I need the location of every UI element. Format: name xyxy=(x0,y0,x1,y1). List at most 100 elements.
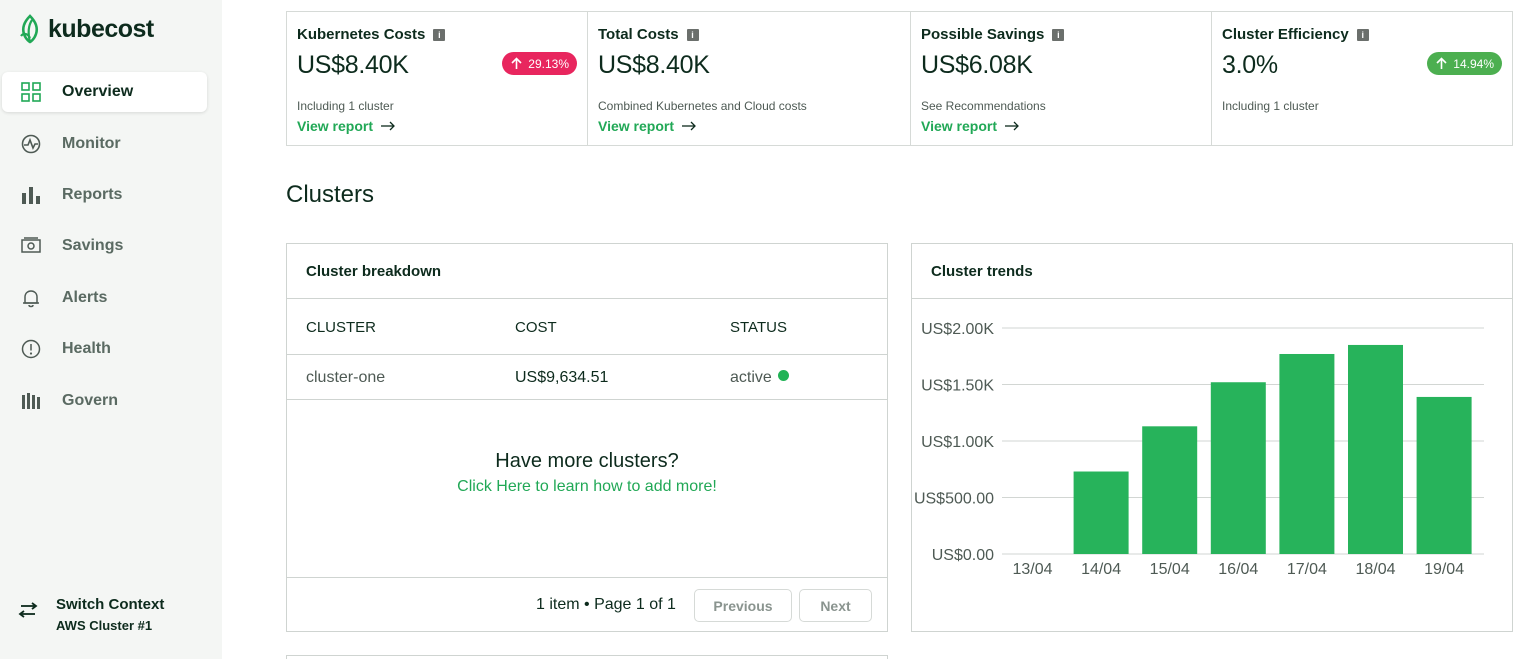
change-badge: 14.94% xyxy=(1427,52,1502,75)
arrow-up-icon xyxy=(511,57,522,69)
kpi-total-costs: Total Costs i US$8.40K Combined Kubernete… xyxy=(588,12,911,145)
info-icon[interactable]: i xyxy=(686,28,699,41)
kpi-description: Including 1 cluster xyxy=(297,99,394,113)
brand-name: kubecost xyxy=(48,14,154,43)
bar xyxy=(1348,344,1403,554)
kpi-title: Possible Savings xyxy=(921,26,1045,43)
cluster-cost: US$9,634.51 xyxy=(515,369,609,386)
sidebar-item-overview[interactable]: Overview xyxy=(2,72,207,112)
badge-value: 14.94% xyxy=(1453,56,1494,71)
arrow-right-icon xyxy=(682,121,696,131)
sidebar: kubecost Overview Monitor Reports Saving… xyxy=(0,0,222,659)
view-report-label: View report xyxy=(598,118,674,134)
view-report-link[interactable]: View report xyxy=(921,118,1019,134)
switch-context-subtitle: AWS Cluster #1 xyxy=(56,618,153,633)
pulse-icon xyxy=(20,133,42,155)
cluster-breakdown-panel: Cluster breakdown CLUSTER COST STATUS cl… xyxy=(286,243,888,632)
kpi-description: Including 1 cluster xyxy=(1222,99,1319,113)
sidebar-item-label: Monitor xyxy=(62,135,121,152)
status-dot-icon xyxy=(777,370,789,381)
table-row[interactable]: cluster-one US$9,634.51 active xyxy=(287,355,887,400)
view-report-link[interactable]: View report xyxy=(297,118,395,134)
cluster-trends-chart: US$0.00 US$500.00 US$1.00K US$1.50K US$2.00K… xyxy=(914,321,1484,578)
sidebar-item-savings[interactable]: Savings xyxy=(2,226,207,266)
sidebar-item-label: Reports xyxy=(62,186,123,203)
table-header: CLUSTER COST STATUS xyxy=(287,299,887,355)
kpi-kubernetes-costs: Kubernetes Costs i US$8.40K 29.13% Includ… xyxy=(287,12,588,145)
kpi-row: Kubernetes Costs i US$8.40K 29.13% Includ… xyxy=(286,11,1513,146)
x-tick-label: 15/04 xyxy=(1150,561,1190,578)
pagination-info: 1 item • Page 1 of 1 xyxy=(536,596,676,613)
y-tick-label: US$2.00K xyxy=(921,321,994,338)
y-tick-label: US$500.00 xyxy=(914,491,994,508)
view-report-label: View report xyxy=(297,118,373,134)
kpi-title: Cluster Efficiency xyxy=(1222,26,1349,43)
swap-icon xyxy=(18,602,40,623)
x-tick-label: 17/04 xyxy=(1287,561,1327,578)
column-header-cost[interactable]: COST xyxy=(515,319,557,336)
view-report-link[interactable]: View report xyxy=(598,118,696,134)
status-text: active xyxy=(730,369,772,386)
switch-context-title: Switch Context xyxy=(56,596,165,613)
info-icon[interactable]: i xyxy=(433,28,446,41)
sidebar-item-label: Health xyxy=(62,340,111,357)
column-header-status[interactable]: STATUS xyxy=(730,319,787,336)
grid-icon xyxy=(20,81,42,103)
section-title-clusters: Clusters xyxy=(286,181,375,208)
bar xyxy=(1210,382,1266,554)
bar xyxy=(1073,471,1129,554)
add-clusters-prompt: Have more clusters? Click Here to learn … xyxy=(287,450,887,496)
bar xyxy=(1279,353,1335,554)
sidebar-item-alerts[interactable]: Alerts xyxy=(2,278,207,318)
brand-logo[interactable]: kubecost xyxy=(18,14,154,44)
column-header-cluster[interactable]: CLUSTER xyxy=(306,319,376,336)
view-report-label: View report xyxy=(921,118,997,134)
sidebar-item-reports[interactable]: Reports xyxy=(2,175,207,215)
arrow-right-icon xyxy=(1005,121,1019,131)
x-tick-label: 13/04 xyxy=(1012,561,1052,578)
kpi-description: See Recommendations xyxy=(921,99,1046,113)
badge-value: 29.13% xyxy=(528,56,569,71)
sidebar-item-monitor[interactable]: Monitor xyxy=(2,124,207,164)
kubecost-logo-icon xyxy=(20,14,39,44)
bar xyxy=(1142,426,1198,554)
pagination: 1 item • Page 1 of 1 Previous Next xyxy=(287,577,887,632)
arrow-up-icon xyxy=(1436,57,1447,69)
sidebar-item-health[interactable]: Health xyxy=(2,329,207,369)
bar-chart-icon xyxy=(20,184,42,206)
cluster-name[interactable]: cluster-one xyxy=(306,369,385,387)
x-tick-label: 16/04 xyxy=(1218,561,1258,578)
sidebar-item-label: Alerts xyxy=(62,289,108,306)
bell-icon xyxy=(20,287,42,309)
kpi-value: US$6.08K xyxy=(921,51,1033,79)
x-tick-label: 18/04 xyxy=(1355,561,1395,578)
bar xyxy=(1416,396,1472,554)
cluster-status: active xyxy=(730,369,789,387)
y-tick-label: US$0.00 xyxy=(932,547,994,564)
kpi-title: Total Costs xyxy=(598,26,679,43)
kpi-description: Combined Kubernetes and Cloud costs xyxy=(598,99,807,113)
next-button[interactable]: Next xyxy=(799,589,872,622)
panel-title: Cluster trends xyxy=(912,244,1512,299)
change-badge: 29.13% xyxy=(502,52,577,75)
x-tick-label: 14/04 xyxy=(1081,561,1121,578)
switch-context[interactable]: Switch Context AWS Cluster #1 xyxy=(18,596,164,633)
previous-button[interactable]: Previous xyxy=(694,589,792,622)
info-icon[interactable]: i xyxy=(1052,28,1065,41)
sidebar-item-govern[interactable]: Govern xyxy=(2,381,207,421)
x-tick-label: 19/04 xyxy=(1424,561,1464,578)
info-icon[interactable]: i xyxy=(1356,28,1369,41)
kpi-value: US$8.40K xyxy=(598,51,710,79)
money-icon xyxy=(20,235,42,257)
sidebar-item-label: Govern xyxy=(62,392,119,409)
sidebar-item-label: Overview xyxy=(62,83,134,100)
add-clusters-link[interactable]: Click Here to learn how to add more! xyxy=(287,478,887,496)
sidebar-item-label: Savings xyxy=(62,237,124,254)
y-tick-label: US$1.50K xyxy=(921,378,994,395)
more-clusters-title: Have more clusters? xyxy=(495,450,679,472)
alert-circle-icon xyxy=(20,338,42,360)
kpi-title: Kubernetes Costs xyxy=(297,26,426,43)
kpi-possible-savings: Possible Savings i US$6.08K See Recommend… xyxy=(911,12,1212,145)
govern-icon xyxy=(20,390,42,412)
kpi-cluster-efficiency: Cluster Efficiency i 3.0% 14.94% Includin… xyxy=(1212,12,1512,145)
